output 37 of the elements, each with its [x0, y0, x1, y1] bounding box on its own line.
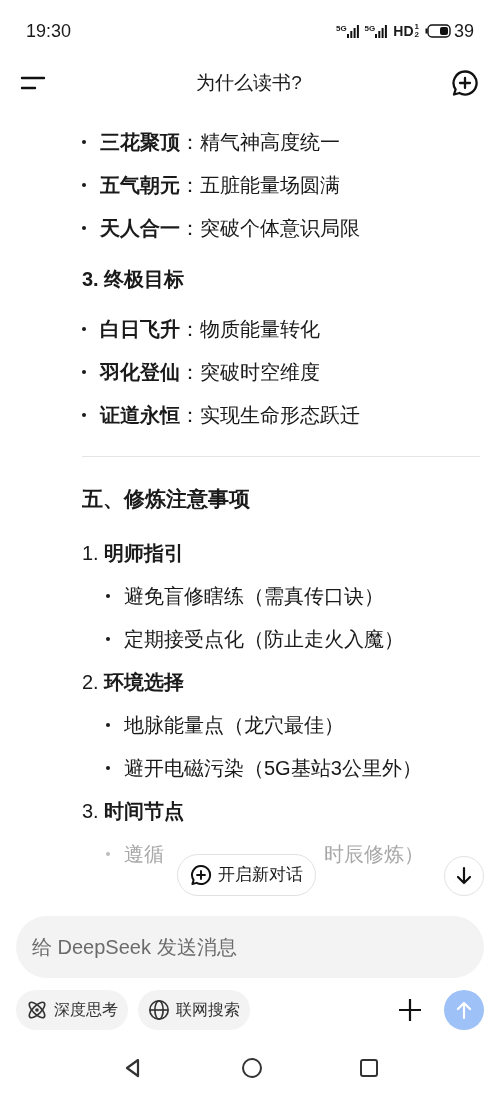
globe-icon	[148, 999, 170, 1021]
list-item-text: 时辰修炼）	[324, 841, 424, 867]
mode-toggle-button[interactable]: 深度思考	[16, 990, 128, 1030]
list-item-text: 定期接受点化（防止走火入魔）	[124, 626, 404, 652]
mode-toggle-button[interactable]: 联网搜索	[138, 990, 250, 1030]
section-heading: 3. 终极目标	[82, 267, 186, 292]
list-item-text: 白日飞升：物质能量转化	[100, 316, 320, 342]
recents-icon[interactable]	[360, 1059, 378, 1077]
list-item-text: 羽化登仙：突破时空维度	[100, 359, 320, 385]
battery-icon	[424, 24, 451, 38]
new-chat-button[interactable]: 开启新对话	[177, 854, 316, 896]
list-item-label: 明师指引	[103, 540, 184, 566]
scroll-down-button[interactable]	[444, 856, 484, 896]
home-icon[interactable]	[242, 1058, 262, 1078]
arrow-down-icon	[454, 866, 474, 886]
list-number: 3.	[82, 798, 99, 824]
list-item-text: 遵循	[124, 841, 164, 867]
new-chat-icon	[190, 864, 212, 886]
battery-level: 39	[453, 19, 474, 43]
section-heading: 五、修炼注意事项	[82, 486, 251, 513]
list-item-text: 证道永恒：实现生命形态跃迁	[100, 402, 360, 428]
list-item-text: 避免盲修瞎练（需真传口诀）	[124, 583, 384, 609]
list-item-text: 五气朝元：五脏能量场圆满	[100, 172, 340, 198]
arrow-up-icon	[454, 1000, 474, 1020]
atom-icon	[26, 999, 48, 1021]
new-chat-icon[interactable]	[450, 68, 480, 98]
message-input[interactable]: 给 DeepSeek 发送消息	[16, 916, 484, 978]
list-number: 1.	[82, 540, 99, 566]
chat-title: 为什么读书?	[196, 70, 302, 95]
list-item-text: 地脉能量点（龙穴最佳）	[124, 712, 344, 738]
list-item-text: 三花聚顶：精气神高度统一	[100, 129, 340, 155]
status-time: 19:30	[26, 19, 72, 43]
list-item-label: 环境选择	[103, 669, 184, 695]
list-number: 2.	[82, 669, 99, 695]
list-item-text: 天人合一：突破个体意识局限	[100, 215, 360, 241]
list-item-text: 避开电磁污染（5G基站3公里外）	[124, 755, 422, 781]
list-item-label: 时间节点	[103, 798, 184, 824]
